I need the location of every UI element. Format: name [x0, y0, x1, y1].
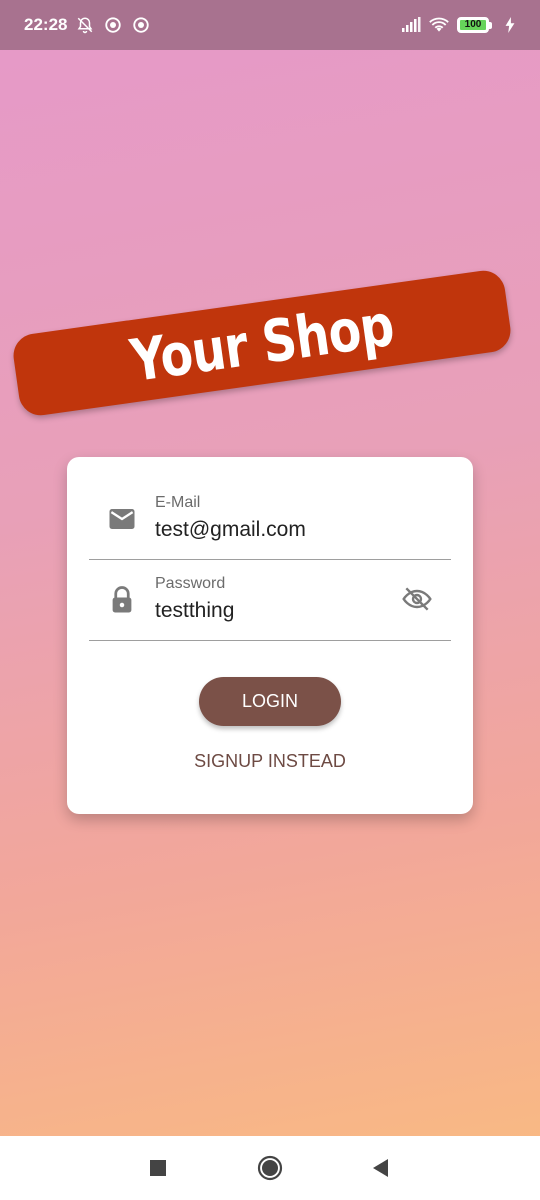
banner-title: Your Shop — [126, 290, 398, 396]
app-icon — [131, 15, 151, 35]
charging-icon — [500, 15, 520, 35]
app-icon — [103, 15, 123, 35]
home-icon[interactable] — [256, 1154, 284, 1182]
back-icon[interactable] — [366, 1154, 394, 1182]
password-field[interactable]: Password testthing — [89, 561, 451, 641]
eye-off-icon[interactable] — [401, 583, 433, 615]
login-screen: 22:28 100 Your Shop E-Mail test@gmail.co… — [0, 0, 540, 1200]
login-card: E-Mail test@gmail.com Password testthing… — [67, 457, 473, 814]
signup-instead-button[interactable]: SIGNUP INSTEAD — [167, 747, 373, 775]
shop-banner: Your Shop — [10, 267, 514, 419]
mute-bell-icon — [75, 15, 95, 35]
password-label: Password — [155, 575, 226, 592]
recents-icon[interactable] — [144, 1154, 172, 1182]
status-left: 22:28 — [24, 15, 151, 35]
status-bar: 22:28 100 — [0, 0, 540, 50]
email-field[interactable]: E-Mail test@gmail.com — [89, 480, 451, 560]
wifi-icon — [429, 15, 449, 35]
signal-icon — [401, 15, 421, 35]
battery-level: 100 — [460, 20, 486, 30]
status-right: 100 — [401, 15, 520, 35]
lock-icon — [107, 585, 137, 615]
password-value[interactable]: testthing — [155, 599, 234, 623]
email-label: E-Mail — [155, 494, 201, 511]
login-button[interactable]: LOGIN — [199, 677, 341, 726]
navigation-bar — [0, 1136, 540, 1200]
mail-icon — [107, 504, 137, 534]
battery-icon: 100 — [457, 17, 492, 33]
status-time: 22:28 — [24, 15, 68, 34]
email-value[interactable]: test@gmail.com — [155, 518, 306, 542]
